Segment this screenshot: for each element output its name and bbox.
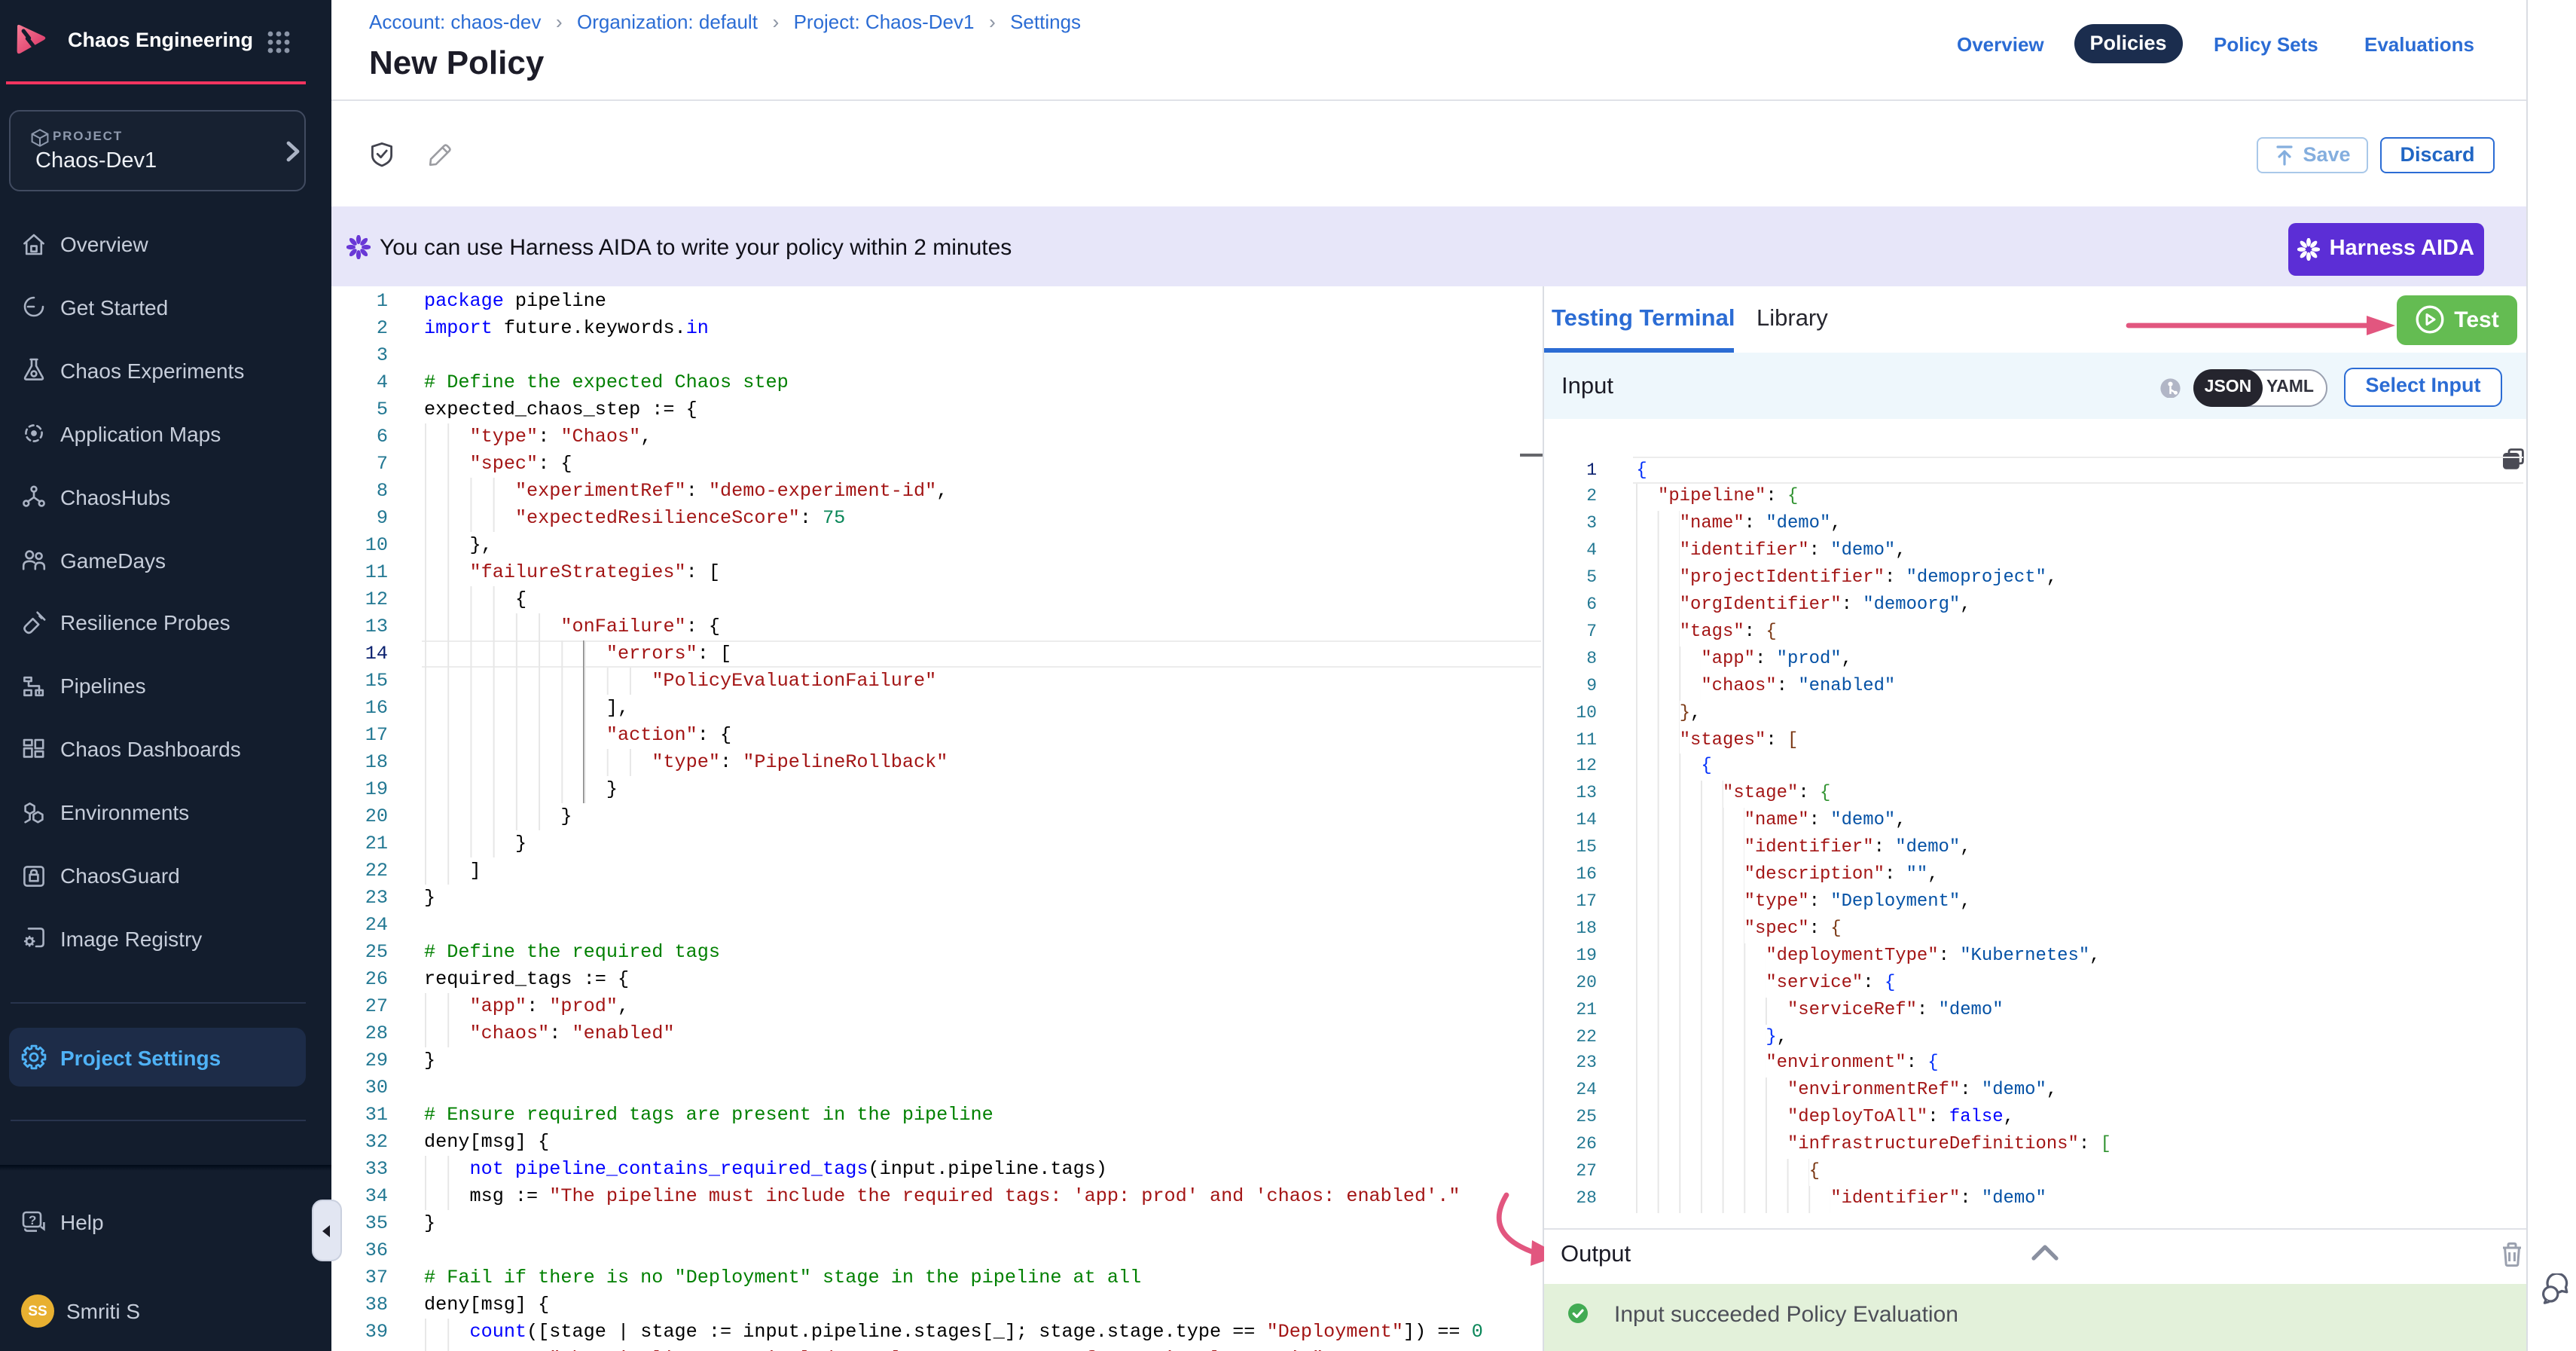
svg-text:?: ?: [29, 1212, 36, 1227]
